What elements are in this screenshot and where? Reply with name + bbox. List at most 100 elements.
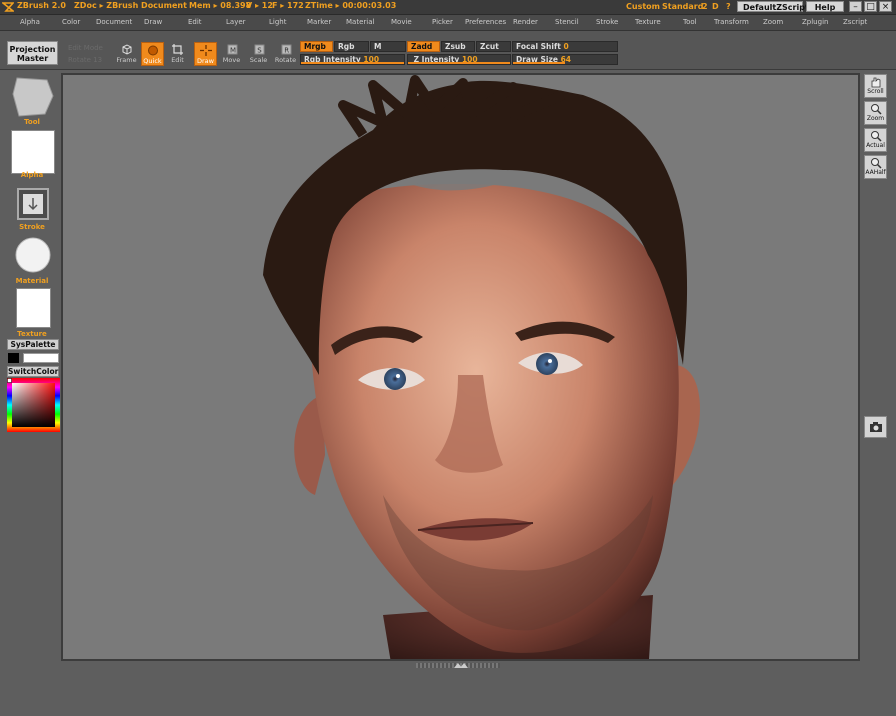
- focal-shift-label: Focal Shift: [516, 42, 561, 51]
- alpha-swatch[interactable]: [11, 130, 55, 174]
- app-title: ZBrush 2.0: [17, 1, 66, 10]
- mrgb-toggle[interactable]: Mrgb: [300, 41, 333, 52]
- menu-color[interactable]: Color: [62, 18, 80, 26]
- stroke-label[interactable]: Stroke: [0, 223, 64, 231]
- menu-stroke[interactable]: Stroke: [596, 18, 618, 26]
- top-toolbar: Projection Master Edit Mode Rotate 13 Fr…: [0, 31, 896, 70]
- aahalf-label: AAHalf: [865, 169, 886, 176]
- scale-button[interactable]: S Scale: [247, 42, 270, 66]
- camera-icon: [869, 422, 882, 432]
- zoom-button[interactable]: Zoom: [864, 101, 887, 125]
- frame-button[interactable]: Frame: [115, 42, 138, 66]
- rotate-button[interactable]: R Rotate: [274, 42, 297, 66]
- scroll-label: Scroll: [867, 88, 884, 95]
- document-canvas[interactable]: [61, 73, 860, 661]
- m-toggle[interactable]: M: [370, 41, 406, 52]
- zsub-toggle[interactable]: Zsub: [441, 41, 475, 52]
- edit-mode-ghost-text: Edit Mode: [68, 44, 103, 52]
- zoom-icon: [870, 104, 882, 115]
- focal-shift-slider[interactable]: Focal Shift 0: [512, 41, 618, 52]
- default-zscript-button[interactable]: DefaultZScript: [737, 1, 809, 12]
- layout-2-button[interactable]: 2: [702, 1, 708, 12]
- rgb-toggle[interactable]: Rgb: [334, 41, 369, 52]
- scale-label: Scale: [249, 56, 268, 64]
- secondary-color-swatch[interactable]: [23, 353, 59, 363]
- actual-label: Actual: [866, 142, 885, 149]
- edit-label: Edit: [171, 56, 184, 64]
- aahalf-icon: [870, 158, 882, 169]
- move-label: Move: [222, 56, 241, 64]
- zadd-toggle[interactable]: Zadd: [407, 41, 440, 52]
- standard-layout-button[interactable]: Standard: [662, 1, 703, 12]
- texture-label[interactable]: Texture: [0, 330, 64, 338]
- frame-cube-icon: [122, 44, 131, 55]
- svg-text:M: M: [230, 47, 236, 55]
- menu-texture[interactable]: Texture: [635, 18, 661, 26]
- menu-render[interactable]: Render: [513, 18, 538, 26]
- close-button[interactable]: ×: [879, 1, 892, 12]
- menu-zplugin[interactable]: Zplugin: [802, 18, 828, 26]
- menu-layer[interactable]: Layer: [226, 18, 246, 26]
- actual-icon: [870, 131, 882, 142]
- color-picker[interactable]: [7, 378, 60, 432]
- z-intensity-slider[interactable]: Z Intensity 100: [407, 54, 511, 65]
- edit-button[interactable]: Edit: [166, 42, 189, 66]
- draw-size-slider[interactable]: Draw Size 64: [512, 54, 618, 65]
- verts-readout: V ▸ 12: [246, 1, 273, 10]
- tool-label[interactable]: Tool: [0, 118, 64, 126]
- material-label[interactable]: Material: [0, 277, 64, 285]
- rotate-label: Rotate: [274, 56, 297, 64]
- aahalf-button[interactable]: AAHalf: [864, 155, 887, 179]
- alpha-label[interactable]: Alpha: [0, 171, 64, 179]
- menu-stencil[interactable]: Stencil: [555, 18, 579, 26]
- left-tray: Tool Alpha Stroke Material Texture SysPa…: [0, 70, 64, 670]
- minimize-button[interactable]: –: [849, 1, 862, 12]
- texture-swatch[interactable]: [16, 288, 51, 328]
- menu-edit[interactable]: Edit: [188, 18, 202, 26]
- right-tray: Scroll Zoom Actual AAHalf: [862, 70, 896, 670]
- menu-alpha[interactable]: Alpha: [20, 18, 40, 26]
- menu-light[interactable]: Light: [269, 18, 286, 26]
- document-breadcrumb[interactable]: ZDoc ▸ ZBrush Document: [74, 1, 187, 10]
- help-button[interactable]: Help: [806, 1, 844, 12]
- syspalette-button[interactable]: SysPalette: [7, 339, 59, 350]
- menu-tool[interactable]: Tool: [683, 18, 697, 26]
- draw-crosshair-icon: [199, 45, 212, 56]
- edit-crop-icon: [171, 44, 183, 55]
- expand-arrows-icon[interactable]: [452, 662, 468, 669]
- tool-thumbnail-icon[interactable]: [11, 76, 55, 118]
- material-sphere-icon[interactable]: [15, 237, 51, 273]
- rgb-intensity-slider[interactable]: Rgb Intensity 100: [300, 54, 405, 65]
- snapshot-button[interactable]: [864, 416, 887, 438]
- draw-label: Draw: [197, 57, 214, 65]
- menu-material[interactable]: Material: [346, 18, 374, 26]
- switchcolor-button[interactable]: SwitchColor: [7, 366, 59, 377]
- projection-master-button[interactable]: Projection Master: [7, 41, 58, 65]
- quick-label: Quick: [143, 57, 162, 65]
- layout-d-button[interactable]: D: [712, 1, 719, 12]
- menu-draw[interactable]: Draw: [144, 18, 162, 26]
- quick-button[interactable]: Quick: [141, 42, 164, 66]
- scroll-button[interactable]: Scroll: [864, 74, 887, 98]
- menu-document[interactable]: Document: [96, 18, 132, 26]
- draw-button[interactable]: Draw: [194, 42, 217, 66]
- move-button[interactable]: M Move: [220, 42, 243, 66]
- menu-preferences[interactable]: Preferences: [465, 18, 506, 26]
- actual-button[interactable]: Actual: [864, 128, 887, 152]
- menu-movie[interactable]: Movie: [391, 18, 412, 26]
- zcut-toggle[interactable]: Zcut: [476, 41, 511, 52]
- menu-zscript[interactable]: Zscript: [843, 18, 867, 26]
- custom-layout-button[interactable]: Custom: [626, 1, 660, 12]
- ztime-readout: ZTime ▸ 00:00:03.03: [305, 1, 397, 10]
- menu-transform[interactable]: Transform: [714, 18, 749, 26]
- menu-marker[interactable]: Marker: [307, 18, 331, 26]
- menu-picker[interactable]: Picker: [432, 18, 453, 26]
- maximize-button[interactable]: □: [864, 1, 877, 12]
- faces-readout: F ▸ 172: [272, 1, 304, 10]
- menu-zoom[interactable]: Zoom: [763, 18, 783, 26]
- help-question-button[interactable]: ?: [726, 1, 731, 12]
- primary-color-swatch[interactable]: [8, 353, 19, 363]
- z-intensity-fill: [408, 62, 510, 64]
- stroke-thumbnail[interactable]: [17, 188, 49, 220]
- down-arrow-icon: [23, 194, 43, 214]
